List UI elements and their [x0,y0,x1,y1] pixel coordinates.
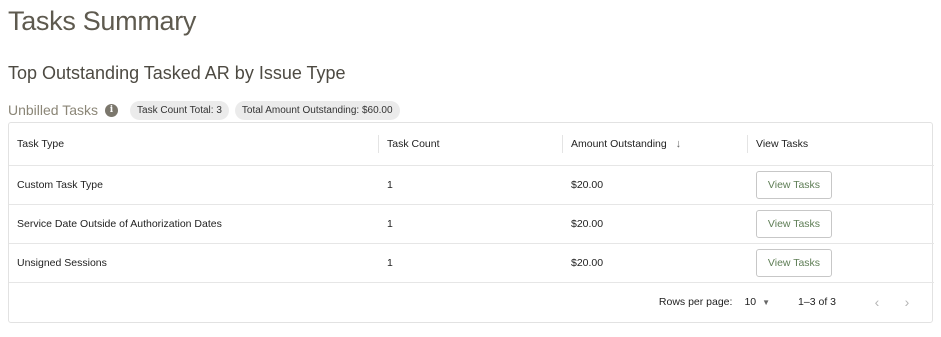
subheader-title: Unbilled Tasks [8,102,99,118]
view-tasks-button[interactable]: View Tasks [756,209,832,238]
cell-amount-outstanding: $20.00 [563,165,748,205]
cell-task-count: 1 [379,204,563,244]
caret-down-icon: ▼ [762,297,771,307]
next-page-icon[interactable]: › [892,294,922,310]
column-header-task-type[interactable]: Task Type [9,123,379,166]
column-header-view-tasks: View Tasks [748,123,934,166]
unbilled-tasks-header: Unbilled Tasks i Task Count Total: 3 Tot… [8,100,400,120]
column-header-label: Task Count [387,137,440,150]
pagination-range: 1–3 of 3 [798,296,836,308]
previous-page-icon[interactable]: ‹ [862,294,892,310]
cell-task-type: Custom Task Type [9,165,379,205]
table-row: Custom Task Type 1 $20.00 View Tasks [9,165,934,205]
cell-task-type: Unsigned Sessions [9,243,379,283]
tasks-table-card: Task Type Task Count Amount Outstanding … [8,122,934,323]
section-title: Top Outstanding Tasked AR by Issue Type [8,63,346,83]
sort-descending-icon[interactable]: ↓ [676,138,682,150]
info-icon[interactable]: i [105,103,119,117]
cell-view-tasks: View Tasks [748,204,934,244]
cell-view-tasks: View Tasks [748,165,934,205]
column-header-label: Task Type [17,137,65,150]
table-row: Service Date Outside of Authorization Da… [9,204,934,244]
column-header-label: Amount Outstanding [571,137,667,150]
tasks-table: Task Type Task Count Amount Outstanding … [9,123,934,283]
rows-per-page-select[interactable]: 10 ▼ [744,296,770,308]
pagination: Rows per page: 10 ▼ 1–3 of 3 ‹ › [9,282,932,322]
cell-amount-outstanding: $20.00 [563,243,748,283]
page-title: Tasks Summary [8,6,197,36]
cell-task-count: 1 [379,165,563,205]
cell-view-tasks: View Tasks [748,243,934,283]
column-header-amount-outstanding[interactable]: Amount Outstanding ↓ [563,123,748,166]
task-count-chip: Task Count Total: 3 [130,100,229,120]
column-header-task-count[interactable]: Task Count [379,123,563,166]
table-header-row: Task Type Task Count Amount Outstanding … [9,123,934,166]
view-tasks-button[interactable]: View Tasks [756,248,832,277]
column-header-label: View Tasks [756,137,809,150]
cell-task-type: Service Date Outside of Authorization Da… [9,204,379,244]
table-row: Unsigned Sessions 1 $20.00 View Tasks [9,243,934,283]
rows-per-page-label: Rows per page: [658,296,733,308]
cell-amount-outstanding: $20.00 [563,204,748,244]
amount-outstanding-chip: Total Amount Outstanding: $60.00 [234,100,400,120]
view-tasks-button[interactable]: View Tasks [756,170,832,199]
cell-task-count: 1 [379,243,563,283]
rows-per-page-value: 10 [744,296,757,308]
